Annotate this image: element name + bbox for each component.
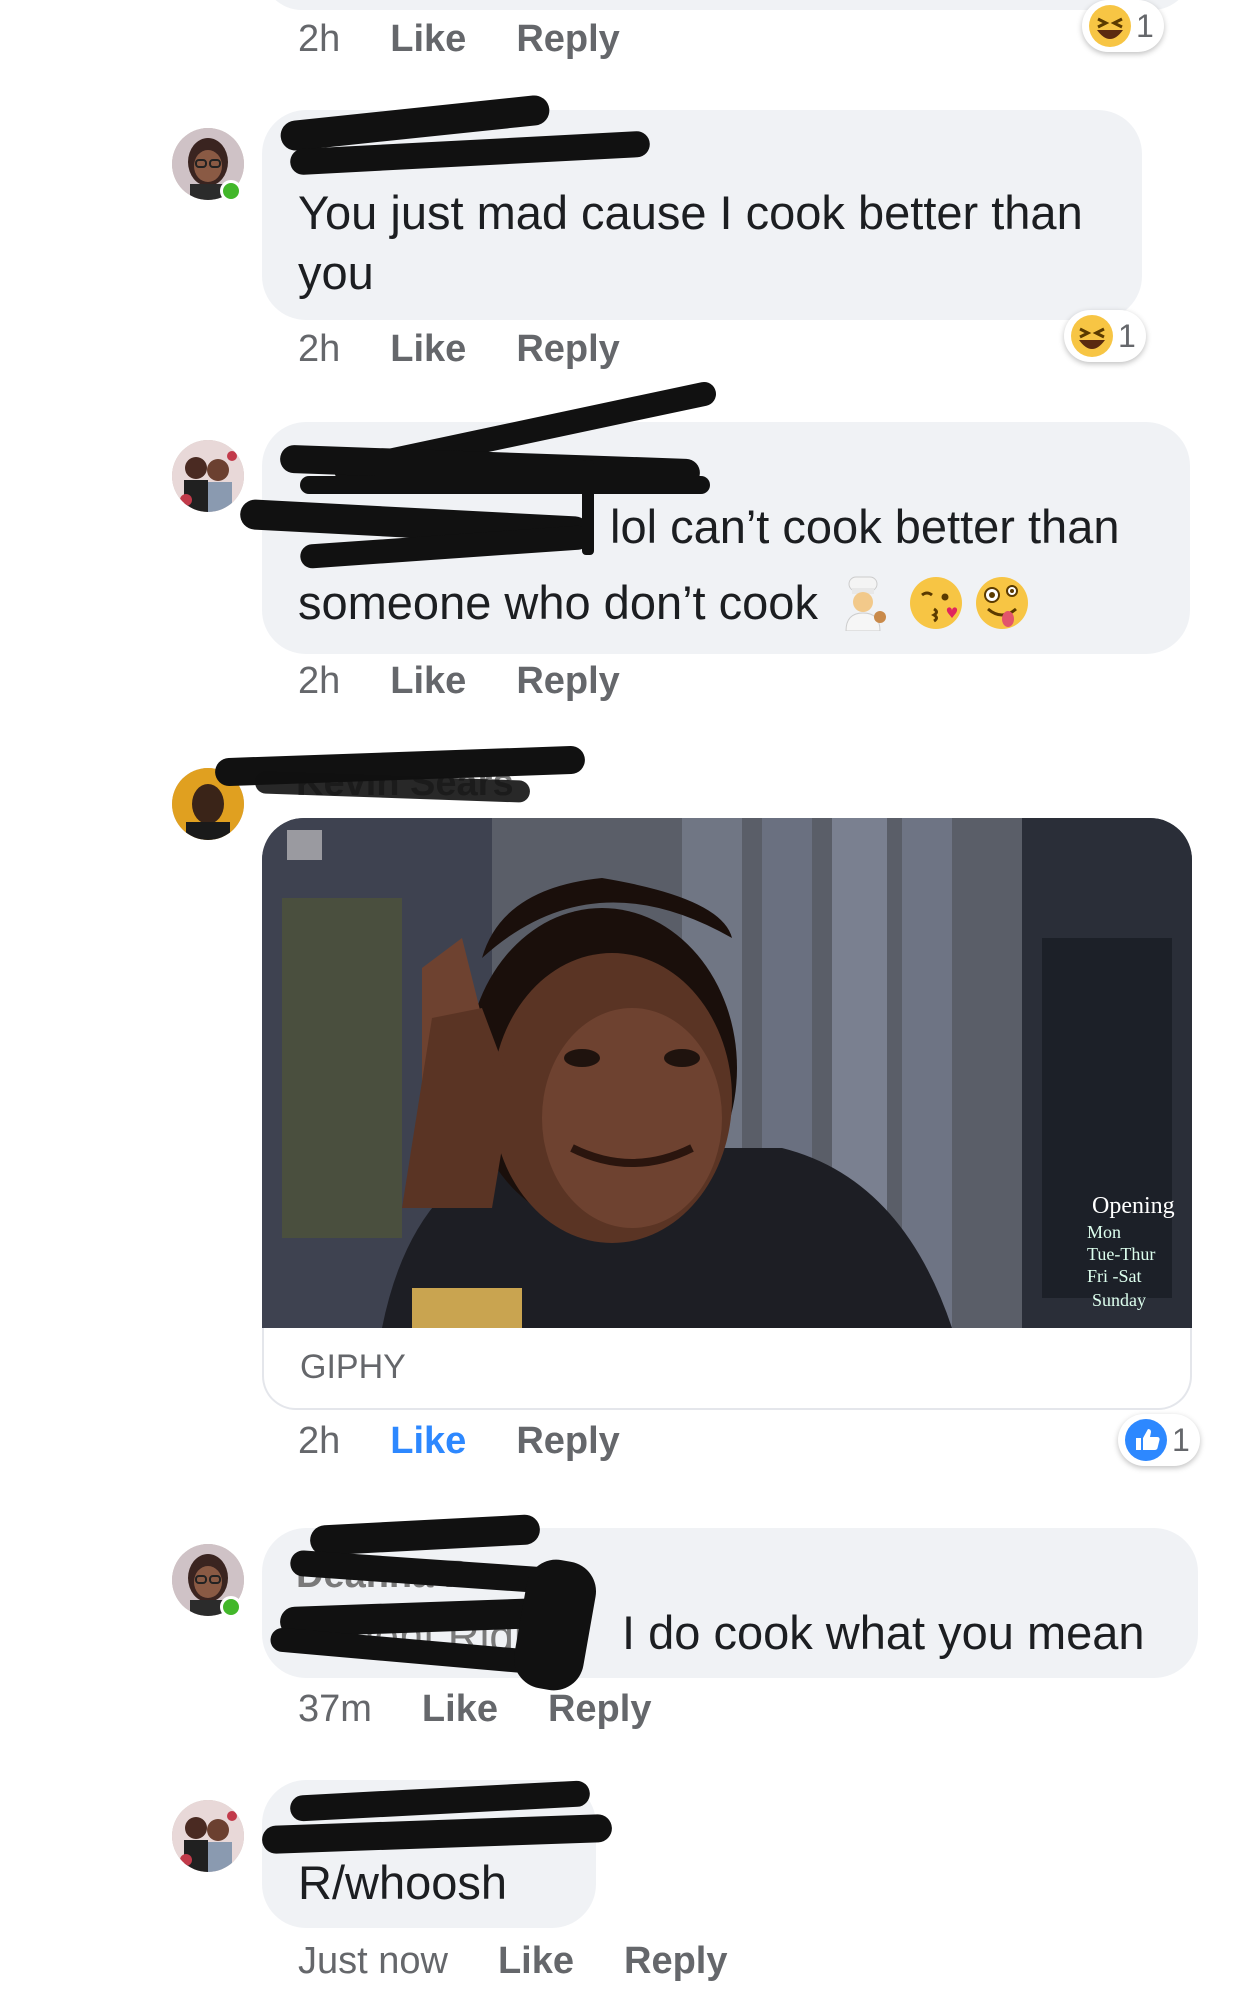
comment-time: 2h: [298, 1420, 341, 1462]
comment-text: I do cook what you mean: [622, 1606, 1145, 1659]
comment-time: 2h: [298, 18, 341, 60]
gif-sign-text: Sunday: [1092, 1290, 1146, 1310]
cook-emoji-icon: [845, 576, 886, 631]
online-status-indicator: [220, 180, 242, 202]
comment-meta: 2h Like Reply: [298, 18, 620, 61]
gif-image[interactable]: Opening Mon Tue-Thur Fri -Sat Sunday: [262, 818, 1192, 1328]
comment-text: R/whoosh: [298, 1856, 507, 1909]
comment-time: 2h: [298, 328, 341, 370]
bubble-partial-top: [262, 0, 1192, 10]
comment-meta: 2h Like Reply: [298, 1420, 620, 1463]
comment-text-line1: lol can’t cook better than: [610, 500, 1120, 553]
online-status-indicator: [220, 1596, 242, 1618]
thumbs-up-icon: [1125, 1419, 1167, 1461]
like-button[interactable]: Like: [390, 328, 466, 371]
reaction-badge[interactable]: 1: [1082, 0, 1164, 52]
laugh-emoji-icon: [1089, 5, 1131, 47]
comment-meta: 2h Like Reply: [298, 328, 620, 371]
laugh-emoji-icon: [1071, 315, 1113, 357]
comment-meta: 37m Like Reply: [298, 1688, 651, 1731]
comment-meta: 2h Like Reply: [298, 660, 620, 703]
gif-sign-text: Mon: [1087, 1222, 1121, 1242]
reply-button[interactable]: Reply: [548, 1688, 651, 1731]
avatar[interactable]: [172, 440, 244, 512]
reply-button[interactable]: Reply: [516, 660, 619, 703]
comment-text: You just mad cause I cook better than yo…: [298, 186, 1083, 299]
zany-face-emoji-icon: [975, 577, 1028, 629]
reaction-count: 1: [1118, 317, 1136, 354]
gif-sign-text: Tue-Thur: [1087, 1244, 1155, 1264]
gif-sign-text: Fri -Sat: [1087, 1266, 1142, 1286]
reply-button[interactable]: Reply: [516, 1420, 619, 1463]
avatar[interactable]: [172, 1800, 244, 1872]
reply-button[interactable]: Reply: [624, 1940, 727, 1983]
redaction-scribble: [300, 476, 710, 494]
reaction-badge[interactable]: 1: [1118, 1414, 1200, 1466]
reaction-count: 1: [1172, 1421, 1190, 1458]
gif-sign-text: Opening: [1092, 1193, 1175, 1219]
comment-text: someone who don’t cook: [298, 576, 818, 629]
like-button[interactable]: Like: [390, 18, 466, 61]
reaction-count: 1: [1136, 7, 1154, 44]
comment-time: Just now: [298, 1940, 448, 1982]
like-button[interactable]: Like: [390, 1420, 466, 1463]
redaction-scribble: [582, 460, 594, 555]
gif-source-footer[interactable]: GIPHY: [262, 1328, 1192, 1410]
like-button[interactable]: Like: [422, 1688, 498, 1731]
like-button[interactable]: Like: [390, 660, 466, 703]
comment-time: 2h: [298, 660, 341, 702]
reaction-badge[interactable]: 1: [1064, 310, 1146, 362]
kiss-emoji-icon: [909, 577, 962, 629]
reply-button[interactable]: Reply: [516, 328, 619, 371]
like-button[interactable]: Like: [498, 1940, 574, 1983]
comment-time: 37m: [298, 1688, 372, 1730]
gif-source-label: GIPHY: [300, 1348, 406, 1386]
comment-text-line2: someone who don’t cook: [298, 573, 1030, 633]
reply-button[interactable]: Reply: [516, 18, 619, 61]
comment-meta: Just now Like Reply: [298, 1940, 728, 1983]
